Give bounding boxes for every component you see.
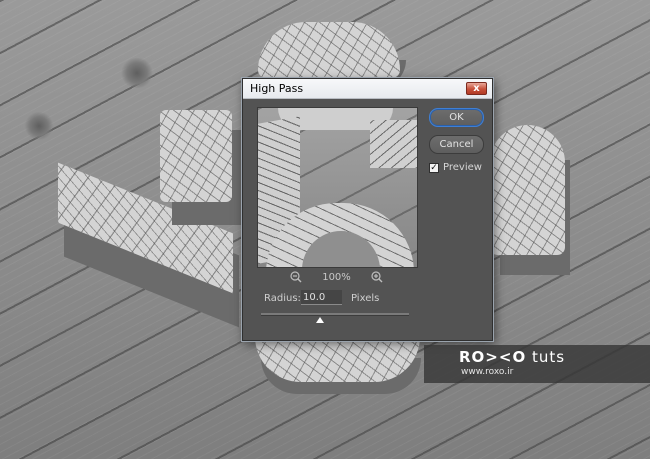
zoom-in-icon[interactable] — [371, 271, 383, 283]
preview-letter-art — [370, 120, 417, 168]
radius-slider[interactable] — [261, 313, 409, 316]
brand-logo-text: RO><O — [459, 348, 527, 366]
close-button[interactable]: x — [466, 82, 487, 95]
dialog-title: High Pass — [250, 82, 304, 95]
close-icon: x — [473, 83, 480, 94]
brand-tag: tuts — [531, 348, 566, 366]
checkmark-icon: ✓ — [430, 163, 438, 173]
slider-thumb-icon[interactable] — [316, 317, 324, 323]
cancel-button[interactable]: Cancel — [429, 135, 484, 154]
roxo-watermark: RO><O tuts www.roxo.ir — [424, 345, 650, 383]
cracked-letter-art — [160, 110, 250, 230]
preview-checkbox[interactable]: ✓ — [429, 163, 439, 173]
filter-preview[interactable] — [257, 107, 418, 268]
brand-url: www.roxo.ir — [461, 367, 514, 377]
zoom-level: 100% — [322, 272, 351, 283]
radius-label: Radius: — [264, 293, 301, 304]
cracked-letter-art — [490, 120, 575, 280]
radius-input[interactable] — [301, 290, 342, 305]
wood-knot — [120, 58, 154, 88]
wood-knot — [24, 112, 54, 140]
dialog-titlebar[interactable]: High Pass x — [243, 79, 492, 99]
ok-button[interactable]: OK — [429, 108, 484, 127]
preview-label: Preview — [443, 162, 482, 173]
photoshop-canvas: High Pass x 100% Radius: 10.0 Pixels OK … — [0, 0, 650, 459]
brand-line: RO><O tuts — [459, 348, 565, 366]
zoom-controls: 100% — [257, 271, 416, 285]
high-pass-dialog: High Pass x 100% Radius: 10.0 Pixels OK … — [242, 78, 493, 341]
unit-label: Pixels — [351, 293, 380, 304]
